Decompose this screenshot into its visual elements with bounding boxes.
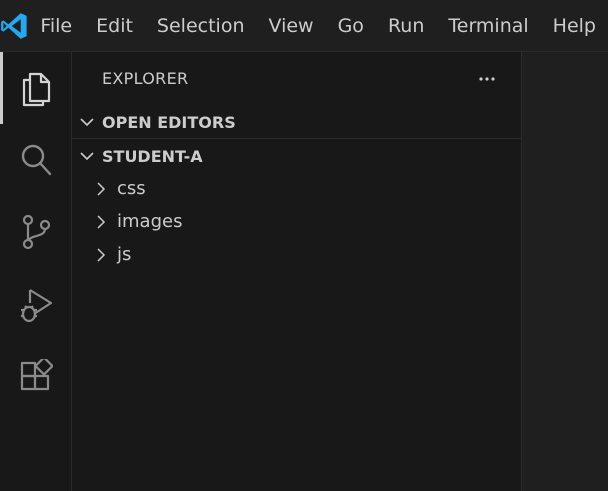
open-editors-header[interactable]: OPEN EDITORS <box>72 106 521 138</box>
open-editors-label: OPEN EDITORS <box>102 112 236 132</box>
sidebar-title: EXPLORER <box>102 69 189 88</box>
tree-folder-css[interactable]: css <box>72 172 521 205</box>
extensions-icon <box>20 359 53 391</box>
activity-run-debug[interactable] <box>0 268 71 340</box>
files-icon <box>22 72 50 107</box>
editor-area[interactable] <box>522 52 608 491</box>
chevron-down-icon <box>72 140 102 172</box>
ellipsis-icon <box>479 77 495 81</box>
activity-bar <box>0 52 72 491</box>
menu-run[interactable]: Run <box>376 0 436 52</box>
workspace-folder-label: STUDENT-A <box>102 146 203 166</box>
vscode-logo-icon <box>0 0 28 52</box>
chevron-right-icon <box>90 205 112 238</box>
title-menu-bar: File Edit Selection View Go Run Terminal… <box>0 0 608 52</box>
tree-folder-js[interactable]: js <box>72 238 521 271</box>
chevron-right-icon <box>90 172 112 205</box>
menu-terminal[interactable]: Terminal <box>436 0 540 52</box>
tree-folder-label: js <box>117 244 132 265</box>
tree-folder-label: css <box>117 178 146 199</box>
tree-folder-label: images <box>117 211 183 232</box>
menu-view[interactable]: View <box>256 0 325 52</box>
tree-folder-images[interactable]: images <box>72 205 521 238</box>
activity-search[interactable] <box>0 124 71 196</box>
section-divider <box>72 138 521 139</box>
activity-explorer[interactable] <box>0 52 71 124</box>
run-debug-icon <box>20 289 52 323</box>
menu-selection[interactable]: Selection <box>145 0 257 52</box>
chevron-right-icon <box>90 238 112 271</box>
workspace-folder-header[interactable]: STUDENT-A <box>72 140 521 172</box>
menu-edit[interactable]: Edit <box>84 0 145 52</box>
search-icon <box>21 144 51 176</box>
source-control-icon <box>22 214 50 250</box>
menu-file[interactable]: File <box>28 0 84 52</box>
menu-go[interactable]: Go <box>326 0 376 52</box>
chevron-down-icon <box>72 106 102 138</box>
explorer-sidebar: EXPLORER OPEN EDITORS STUDENT-A css imag… <box>72 52 522 491</box>
menu-help[interactable]: Help <box>541 0 608 52</box>
more-actions-button[interactable] <box>476 68 498 90</box>
activity-extensions[interactable] <box>0 340 71 412</box>
activity-source-control[interactable] <box>0 196 71 268</box>
